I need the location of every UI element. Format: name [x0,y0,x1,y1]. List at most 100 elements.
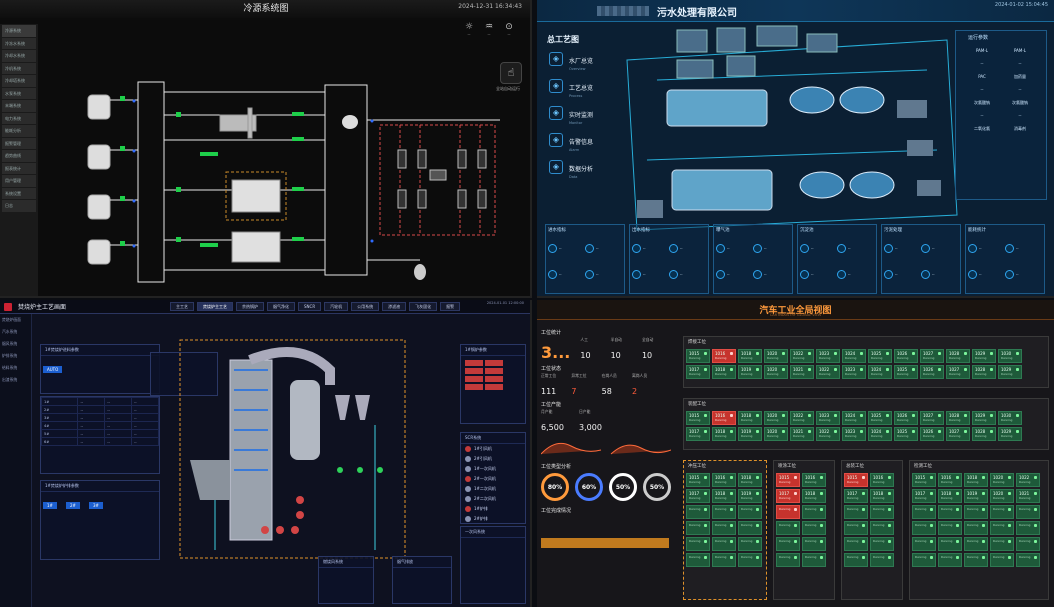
station-tile[interactable]: Running [738,505,762,519]
station-tile[interactable]: Running [870,553,894,567]
station-tile[interactable]: 1019 Running [738,365,762,379]
station-tile[interactable]: 1015 Running [686,411,710,425]
station-tile[interactable]: 1022 Running [816,365,840,379]
station-tile[interactable]: 1030 Running [998,411,1022,425]
station-tile[interactable]: 1019 Running [964,489,988,503]
station-tile[interactable]: 1016 Running [712,473,736,487]
metric-card[interactable]: 进水指标 -- -- -- -- [545,224,625,294]
station-tile[interactable]: Running [738,537,762,551]
station-tile[interactable]: Running [1016,553,1040,567]
station-tile[interactable]: 1028 Running [972,365,996,379]
station-tile[interactable]: Running [1016,537,1040,551]
station-tile[interactable]: 1016 Running [870,473,894,487]
station-tile[interactable]: Running [844,553,868,567]
metric-card[interactable]: 沉淀池 -- -- -- -- [797,224,877,294]
station-tile[interactable]: Running [776,537,800,551]
station-tile[interactable]: 1015 Running [686,349,710,363]
station-tile[interactable]: Running [712,505,736,519]
station-tile[interactable]: Running [776,553,800,567]
station-tile[interactable]: Running [870,505,894,519]
station-tile[interactable]: 1018 Running [938,489,962,503]
station-tile[interactable]: Running [1016,505,1040,519]
station-tile[interactable]: Running [712,521,736,535]
station-tile[interactable]: 1022 Running [790,411,814,425]
station-tile[interactable]: 1018 Running [802,489,826,503]
station-tile[interactable]: Running [686,505,710,519]
station-tile[interactable]: 1018 Running [964,473,988,487]
station-tile[interactable]: Running [938,553,962,567]
station-tile[interactable]: 1018 Running [712,365,736,379]
station-tile[interactable]: 1023 Running [842,365,866,379]
station-tile[interactable]: Running [990,505,1014,519]
station-tile[interactable]: 1022 Running [790,349,814,363]
station-tile[interactable]: 1018 Running [738,411,762,425]
station-tile[interactable]: 1020 Running [990,489,1014,503]
station-tile[interactable]: 1020 Running [764,427,788,441]
station-tile[interactable]: 1018 Running [712,489,736,503]
station-tile[interactable]: 1021 Running [1016,489,1040,503]
station-tile[interactable]: 1021 Running [790,365,814,379]
station-tile[interactable]: Running [802,537,826,551]
station-tile[interactable]: 1022 Running [816,427,840,441]
station-tile[interactable]: 1028 Running [946,349,970,363]
station-tile[interactable]: 1029 Running [972,349,996,363]
station-tile[interactable]: 1019 Running [738,489,762,503]
station-tile[interactable]: 1023 Running [816,411,840,425]
station-tile[interactable]: Running [738,521,762,535]
station-tile[interactable]: 1027 Running [920,411,944,425]
station-tile[interactable]: Running [686,537,710,551]
station-tile[interactable]: 1027 Running [946,427,970,441]
station-tile[interactable]: Running [776,505,800,519]
station-tile[interactable]: Running [712,553,736,567]
station-tile[interactable]: Running [776,521,800,535]
station-tile[interactable]: Running [802,553,826,567]
station-tile[interactable]: 1016 Running [712,349,736,363]
station-tile[interactable]: Running [844,521,868,535]
station-tile[interactable]: 1015 Running [844,473,868,487]
station-tile[interactable]: 1029 Running [998,427,1022,441]
station-tile[interactable]: Running [964,521,988,535]
station-tile[interactable]: Running [990,537,1014,551]
station-tile[interactable]: 1018 Running [738,349,762,363]
station-tile[interactable]: Running [964,537,988,551]
station-tile[interactable]: 1029 Running [998,365,1022,379]
station-tile[interactable]: Running [844,537,868,551]
station-tile[interactable]: Running [802,505,826,519]
station-tile[interactable]: Running [912,521,936,535]
station-tile[interactable]: 1018 Running [738,473,762,487]
station-tile[interactable]: Running [870,537,894,551]
station-tile[interactable]: 1022 Running [1016,473,1040,487]
station-tile[interactable]: Running [1016,521,1040,535]
station-tile[interactable]: Running [938,521,962,535]
station-tile[interactable]: 1026 Running [920,427,944,441]
station-tile[interactable]: 1015 Running [686,473,710,487]
station-tile[interactable]: Running [938,537,962,551]
station-tile[interactable]: Running [844,505,868,519]
station-tile[interactable]: Running [686,521,710,535]
station-tile[interactable]: 1024 Running [868,365,892,379]
station-tile[interactable]: Running [912,537,936,551]
station-tile[interactable]: 1018 Running [870,489,894,503]
station-tile[interactable]: 1024 Running [842,349,866,363]
station-tile[interactable]: 1017 Running [844,489,868,503]
station-tile[interactable]: 1017 Running [776,489,800,503]
station-tile[interactable]: Running [712,537,736,551]
station-tile[interactable]: Running [738,553,762,567]
station-tile[interactable]: 1025 Running [894,427,918,441]
station-tile[interactable]: 1026 Running [894,411,918,425]
station-tile[interactable]: 1016 Running [938,473,962,487]
metric-card[interactable]: 能耗统计 -- -- -- -- [965,224,1045,294]
station-tile[interactable]: 1018 Running [712,427,736,441]
station-tile[interactable]: Running [938,505,962,519]
station-tile[interactable]: 1027 Running [920,349,944,363]
station-tile[interactable]: 1020 Running [764,349,788,363]
station-tile[interactable]: 1019 Running [738,427,762,441]
station-tile[interactable]: 1028 Running [946,411,970,425]
metric-card[interactable]: 出水指标 -- -- -- -- [629,224,709,294]
station-tile[interactable]: 1028 Running [972,427,996,441]
station-tile[interactable]: Running [686,553,710,567]
station-tile[interactable]: Running [990,521,1014,535]
station-tile[interactable]: 1017 Running [686,427,710,441]
station-tile[interactable]: Running [990,553,1014,567]
station-tile[interactable]: 1016 Running [712,411,736,425]
